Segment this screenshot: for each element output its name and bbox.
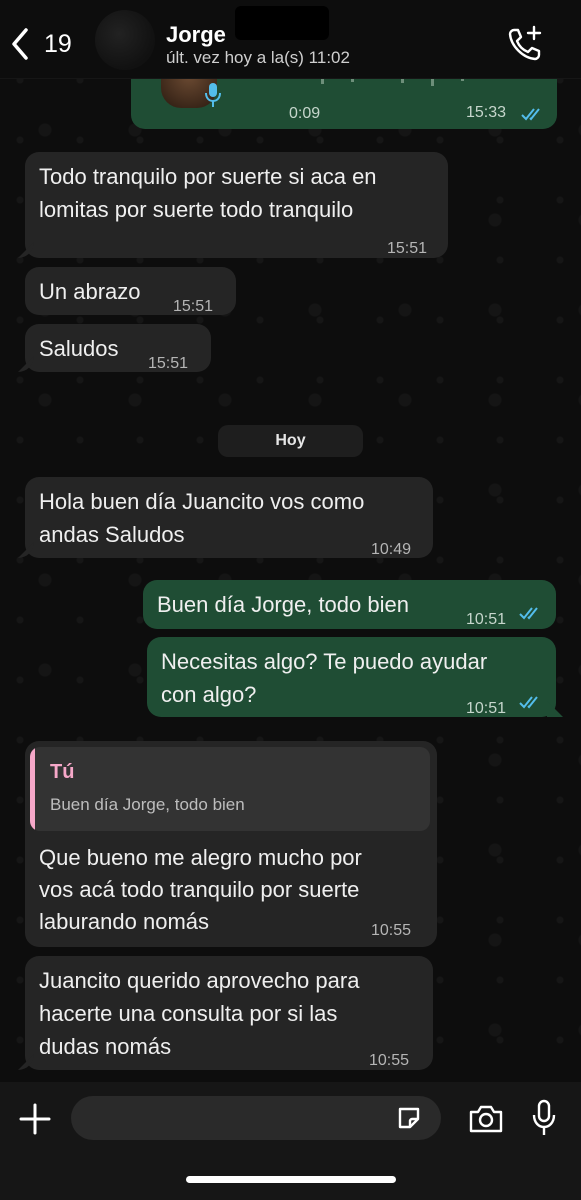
reply-author: Tú — [50, 761, 75, 783]
reply-text: Buen día Jorge, todo bien — [50, 795, 245, 814]
chat-header: 19 Jorge últ. vez hoy a la(s) 11:02 — [0, 0, 581, 79]
message-text-line: andas Saludos — [39, 522, 185, 547]
message-time: 15:33 — [466, 104, 507, 121]
message-body: Que bueno me alegro mucho por vos acá to… — [39, 842, 362, 938]
unread-count: 19 — [44, 29, 72, 58]
message-text-line: hacerte una consulta por si las — [39, 1001, 338, 1026]
message-bubble-incoming[interactable]: Todo tranquilo por suerte si aca en lomi… — [25, 152, 448, 258]
reply-accent-bar — [30, 747, 35, 831]
message-time: 10:55 — [369, 1052, 410, 1069]
read-ticks-icon — [519, 607, 538, 620]
message-text-line: Necesitas algo? Te puedo ayudar — [161, 649, 488, 674]
back-chevron-icon — [12, 28, 28, 60]
message-text-line: vos acá todo tranquilo por suerte — [39, 877, 360, 902]
message-input[interactable] — [71, 1096, 441, 1140]
message-text: Buen día Jorge, todo bien — [157, 592, 409, 617]
redaction-block — [235, 6, 329, 40]
message-time: 10:55 — [371, 922, 412, 939]
contact-name[interactable]: Jorge — [166, 22, 226, 48]
home-indicator[interactable] — [186, 1176, 396, 1183]
message-text-line: Que bueno me alegro mucho por — [39, 845, 362, 870]
message-text-line: dudas nomás — [39, 1034, 172, 1059]
message-bubble-incoming[interactable]: Juancito querido aprovecho para hacerte … — [25, 956, 433, 1070]
message-text-line: Hola buen día Juancito vos como — [39, 489, 365, 514]
message-bubble-outgoing[interactable]: Buen día Jorge, todo bien 10:51 — [143, 580, 556, 629]
date-separator: Hoy — [218, 425, 363, 457]
last-seen-status: últ. vez hoy a la(s) 11:02 — [166, 48, 350, 67]
message-time: 15:51 — [173, 298, 214, 315]
sticker-icon[interactable] — [396, 1105, 422, 1131]
read-ticks-icon — [521, 108, 540, 121]
message-bubble-outgoing[interactable]: Necesitas algo? Te puedo ayudar con algo… — [147, 637, 556, 717]
message-time: 10:49 — [371, 541, 412, 558]
message-bubble-incoming[interactable]: Un abrazo 15:51 — [25, 267, 236, 315]
message-text-line: Todo tranquilo por suerte si aca en — [39, 164, 377, 189]
voice-note-duration: 0:09 — [289, 105, 321, 122]
back-button[interactable]: 19 — [10, 26, 72, 62]
message-time: 15:51 — [387, 240, 428, 257]
waveform — [321, 78, 464, 86]
message-time: 10:51 — [466, 611, 507, 628]
message-text-line: lomitas por suerte todo tranquilo — [39, 197, 354, 222]
message-bubble-incoming[interactable]: Saludos 15:51 — [25, 324, 211, 372]
message-text: Un abrazo — [39, 279, 141, 304]
call-add-icon[interactable] — [505, 24, 545, 64]
avatar[interactable] — [95, 10, 155, 70]
message-time: 15:51 — [148, 355, 189, 372]
message-text: Saludos — [39, 336, 119, 361]
quoted-reply[interactable]: Tú Buen día Jorge, todo bien — [30, 747, 430, 831]
plus-icon[interactable] — [18, 1102, 52, 1136]
message-text-line: laburando nomás — [39, 909, 210, 934]
mic-icon[interactable] — [531, 1099, 557, 1137]
message-time: 10:51 — [466, 700, 507, 717]
camera-icon[interactable] — [468, 1104, 504, 1134]
read-ticks-icon — [519, 696, 538, 709]
message-text-line: Juancito querido aprovecho para — [39, 968, 360, 993]
message-bubble-incoming[interactable]: Hola buen día Juancito vos como andas Sa… — [25, 477, 433, 558]
mic-icon — [205, 83, 221, 107]
